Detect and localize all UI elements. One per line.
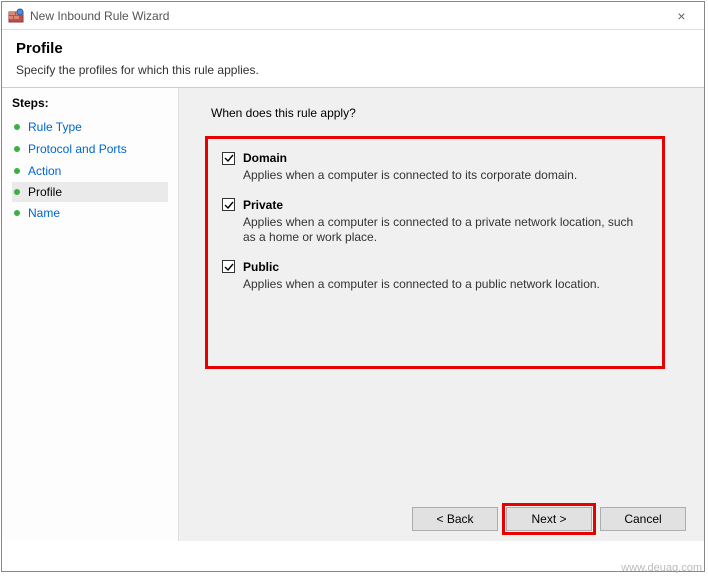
bullet-icon [14, 168, 20, 174]
private-checkbox[interactable] [222, 198, 235, 211]
option-description: Applies when a computer is connected to … [243, 168, 648, 184]
page-title: Profile [16, 40, 690, 57]
main-panel: When does this rule apply? Domain Applie… [179, 88, 704, 541]
step-action[interactable]: Action [12, 160, 168, 182]
content-area: Steps: Rule Type Protocol and Ports Acti… [2, 87, 704, 541]
step-rule-type[interactable]: Rule Type [12, 116, 168, 138]
close-icon: × [677, 8, 685, 24]
page-subtitle: Specify the profiles for which this rule… [16, 63, 690, 77]
steps-sidebar: Steps: Rule Type Protocol and Ports Acti… [2, 88, 179, 541]
button-row: < Back Next > Cancel [412, 507, 686, 531]
close-button[interactable]: × [659, 2, 704, 30]
check-icon [224, 262, 234, 272]
next-label: Next > [531, 512, 566, 526]
firewall-icon [8, 8, 24, 24]
step-name[interactable]: Name [12, 202, 168, 224]
back-button[interactable]: < Back [412, 507, 498, 531]
option-description: Applies when a computer is connected to … [243, 215, 648, 246]
wizard-window: New Inbound Rule Wizard × Profile Specif… [1, 1, 705, 572]
bullet-icon [14, 189, 20, 195]
next-button[interactable]: Next > [506, 507, 592, 531]
option-description: Applies when a computer is connected to … [243, 277, 648, 293]
question-text: When does this rule apply? [211, 106, 684, 120]
step-profile[interactable]: Profile [12, 182, 168, 202]
step-label: Rule Type [28, 120, 82, 134]
bullet-icon [14, 146, 20, 152]
titlebar: New Inbound Rule Wizard × [2, 2, 704, 30]
check-icon [224, 200, 234, 210]
steps-heading: Steps: [12, 96, 168, 110]
back-label: < Back [436, 512, 473, 526]
watermark: www.deuaq.com [621, 562, 702, 574]
cancel-button[interactable]: Cancel [600, 507, 686, 531]
option-label: Private [243, 198, 283, 212]
bullet-icon [14, 210, 20, 216]
header-area: Profile Specify the profiles for which t… [2, 30, 704, 87]
step-label: Name [28, 206, 60, 220]
option-domain: Domain Applies when a computer is connec… [222, 151, 648, 184]
step-protocol-ports[interactable]: Protocol and Ports [12, 138, 168, 160]
step-label: Action [28, 164, 61, 178]
bullet-icon [14, 124, 20, 130]
profile-options-highlight: Domain Applies when a computer is connec… [205, 136, 665, 369]
check-icon [224, 153, 234, 163]
option-label: Domain [243, 151, 287, 165]
option-private: Private Applies when a computer is conne… [222, 198, 648, 246]
public-checkbox[interactable] [222, 260, 235, 273]
domain-checkbox[interactable] [222, 152, 235, 165]
step-label: Protocol and Ports [28, 142, 127, 156]
window-title: New Inbound Rule Wizard [30, 9, 169, 23]
step-label: Profile [28, 185, 62, 199]
option-label: Public [243, 260, 279, 274]
cancel-label: Cancel [624, 512, 661, 526]
option-public: Public Applies when a computer is connec… [222, 260, 648, 293]
